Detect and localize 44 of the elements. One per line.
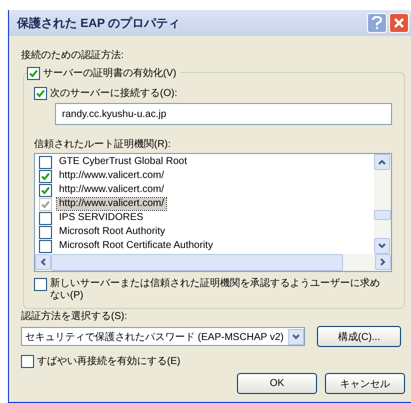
scroll-left-button[interactable]: [35, 254, 51, 270]
question-mark-icon: [371, 16, 383, 30]
ok-button[interactable]: OK: [237, 373, 317, 394]
scroll-thumb[interactable]: [51, 254, 343, 271]
checkbox[interactable]: [34, 86, 47, 100]
list-item[interactable]: Microsoft Root Authority: [57, 226, 168, 238]
list-item[interactable]: IPS SERVIDORES: [57, 212, 146, 224]
section-label: 接続のための認証方法:: [21, 48, 125, 62]
caret-down-icon: [378, 243, 386, 249]
caret-left-icon: [40, 258, 46, 266]
checkbox[interactable]: [39, 184, 52, 196]
checkbox[interactable]: [39, 226, 52, 238]
cancel-button[interactable]: キャンセル: [325, 373, 405, 394]
checkbox-label: すばやい再接続を有効にする(E): [37, 354, 180, 368]
checkbox-label: サーバーの証明書の有効化(V): [43, 66, 176, 80]
window-title: 保護された EAP のプロパティ: [17, 14, 182, 32]
list-label: 信頼されたルート証明機関(R):: [34, 138, 172, 151]
checkbox[interactable]: [27, 66, 40, 80]
checkbox-label: 新しいサーバーまたは信頼された証明機関を承認するようユーザーに求めない(P): [50, 278, 380, 302]
scroll-right-button[interactable]: [375, 254, 391, 270]
list-item[interactable]: http://www.valicert.com/: [57, 184, 166, 196]
scroll-up-button[interactable]: [374, 154, 390, 170]
configure-button[interactable]: 構成(C)...: [317, 326, 401, 347]
vertical-scrollbar[interactable]: [374, 154, 391, 254]
section-label: 認証方法を選択する(S):: [21, 310, 128, 323]
list-item[interactable]: GTE CyberTrust Global Root: [57, 156, 190, 168]
method-dropdown[interactable]: セキュリティで保護されたパスワード (EAP-MSCHAP v2): [21, 327, 305, 346]
caret-up-icon: [378, 159, 386, 165]
close-icon: [393, 17, 405, 29]
checkbox-label: 次のサーバーに接続する(O):: [50, 86, 178, 100]
checkbox[interactable]: [39, 212, 52, 224]
checkbox[interactable]: [39, 170, 52, 182]
checkbox[interactable]: [34, 278, 47, 291]
list-item[interactable]: Microsoft Root Certificate Authority: [57, 240, 215, 252]
checkbox[interactable]: [21, 354, 34, 368]
server-input-field[interactable]: randy.cc.kyushu-u.ac.jp: [55, 103, 392, 125]
list-item[interactable]: http://www.valicert.com/: [57, 170, 166, 182]
scroll-down-button[interactable]: [374, 238, 390, 254]
checkbox[interactable]: [39, 240, 52, 252]
close-button[interactable]: [389, 13, 409, 33]
scroll-thumb[interactable]: [374, 210, 391, 220]
checkbox[interactable]: [39, 156, 52, 168]
horizontal-scrollbar[interactable]: [35, 254, 391, 271]
caret-right-icon: [380, 258, 386, 266]
